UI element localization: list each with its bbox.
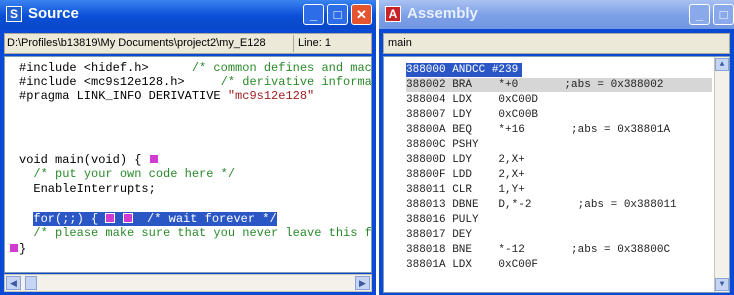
breakpoint-marker-icon[interactable] [105, 213, 116, 223]
source-window-title: Source [28, 5, 79, 22]
breakpoint-marker-icon[interactable] [122, 213, 133, 223]
breakpoint-marker-icon[interactable] [148, 154, 159, 164]
assembly-line-current[interactable]: 388002 BRA *+0 ;abs = 0x388002 [406, 78, 712, 92]
assembly-line[interactable]: 38800A BEQ *+16 ;abs = 0x38801A [406, 123, 670, 137]
minimize-button[interactable]: _ [303, 4, 324, 25]
code-line: #include <mc9s12e128.h> /* derivative in… [19, 75, 372, 89]
assembly-line[interactable]: 38800D LDY 2,X+ [406, 153, 525, 167]
arrow-left-icon: ◀ [10, 278, 17, 288]
minimize-button[interactable]: _ [689, 4, 710, 25]
code-line: #pragma LINK_INFO DERIVATIVE "mc9s12e128… [19, 89, 315, 103]
arrow-up-icon: ▲ [719, 60, 725, 69]
code-line: } [9, 242, 26, 257]
assembly-line[interactable]: 388007 LDY 0xC00B [406, 108, 538, 122]
assembly-window-title: Assembly [407, 5, 478, 22]
assembly-line[interactable]: 388013 DBNE D,*-2 ;abs = 0x388011 [406, 198, 677, 212]
arrow-right-icon: ▶ [359, 278, 366, 288]
horizontal-scrollbar[interactable]: ◀ ▶ [4, 274, 372, 292]
close-icon: ✕ [356, 7, 367, 22]
code-line: /* put your own code here */ [33, 167, 236, 181]
assembly-line[interactable]: 388018 BNE *-12 ;abs = 0x38800C [406, 243, 670, 257]
scroll-right-button[interactable]: ▶ [355, 276, 370, 290]
code-line: #include <hidef.h> /* common defines and… [19, 61, 372, 75]
assembly-function-bar: main [383, 33, 730, 54]
assembly-titlebar[interactable]: A Assembly _ □ [379, 0, 734, 29]
minimize-icon: _ [695, 7, 704, 22]
assembly-line[interactable]: 38800F LDD 2,X+ [406, 168, 525, 182]
source-window-icon: S [6, 6, 22, 22]
assembly-line[interactable]: 38800C PSHY [406, 138, 479, 152]
assembly-window-icon: A [385, 6, 401, 22]
scroll-thumb[interactable] [25, 276, 37, 290]
minimize-icon: _ [309, 7, 318, 22]
maximize-button[interactable]: □ [713, 4, 734, 25]
code-line: /* please make sure that you never leave… [33, 226, 372, 240]
file-path: D:\Profiles\b13819\My Documents\project2… [7, 37, 266, 49]
scroll-up-button[interactable]: ▲ [715, 58, 729, 71]
scroll-left-button[interactable]: ◀ [6, 276, 21, 290]
assembly-line-selected[interactable]: 388000 ANDCC #239 [406, 63, 523, 77]
arrow-down-icon: ▼ [719, 280, 725, 289]
assembly-line[interactable]: 38801A LDX 0xC00F [406, 258, 538, 272]
assembly-window: A Assembly _ □ main 388000 ANDCC #239 38… [379, 0, 734, 295]
assembly-listing[interactable]: 388000 ANDCC #239 388002 BRA *+0 ;abs = … [383, 56, 730, 293]
code-line-selected: for(;;) { /* wait forever */ [33, 212, 277, 226]
breakpoint-marker-icon[interactable] [9, 243, 19, 253]
code-line: EnableInterrupts; [33, 182, 156, 196]
maximize-button[interactable]: □ [327, 4, 348, 25]
source-info-bar: D:\Profiles\b13819\My Documents\project2… [4, 33, 372, 54]
line-indicator: Line: 1 [293, 35, 336, 52]
assembly-line[interactable]: 388017 DEY [406, 228, 472, 242]
assembly-line[interactable]: 388016 PULY [406, 213, 479, 227]
scroll-down-button[interactable]: ▼ [715, 278, 729, 291]
close-button[interactable]: ✕ [351, 4, 372, 25]
function-name: main [388, 37, 412, 49]
maximize-icon: □ [719, 7, 728, 22]
vertical-scrollbar[interactable]: ▲ ▼ [714, 57, 729, 292]
assembly-line[interactable]: 388004 LDX 0xC00D [406, 93, 538, 107]
source-titlebar[interactable]: S Source _ □ ✕ [0, 0, 376, 29]
source-editor[interactable]: #include <hidef.h> /* common defines and… [4, 56, 372, 273]
code-line: void main(void) { [19, 153, 159, 168]
maximize-icon: □ [333, 7, 342, 22]
assembly-line[interactable]: 388011 CLR 1,Y+ [406, 183, 525, 197]
source-window: S Source _ □ ✕ D:\Profiles\b13819\My Doc… [0, 0, 376, 295]
